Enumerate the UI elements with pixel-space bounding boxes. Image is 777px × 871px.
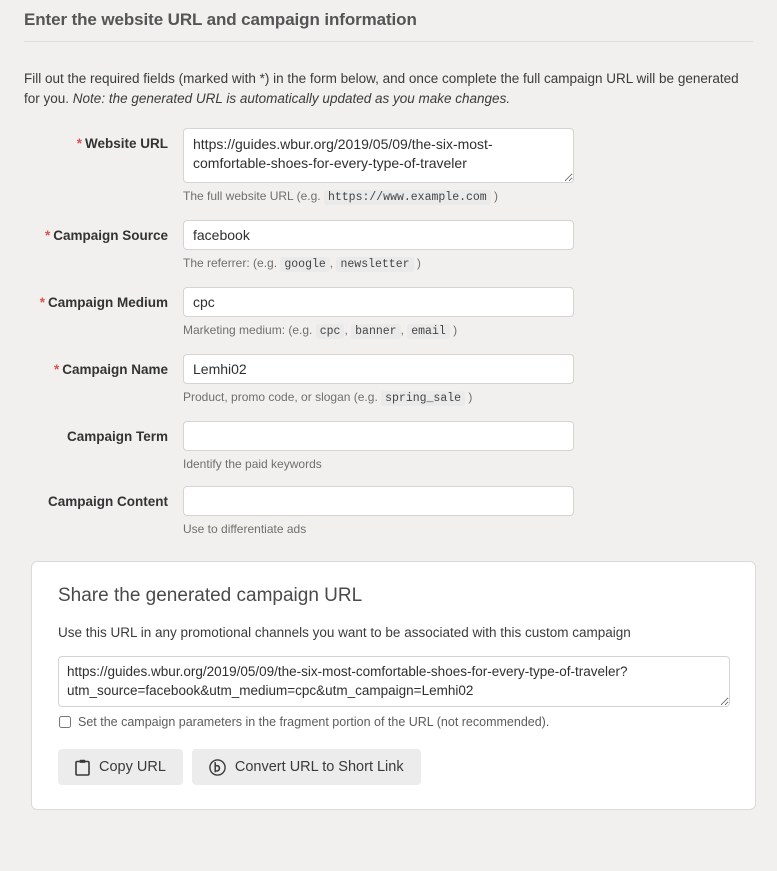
- label-website-url: * Website URL: [0, 128, 183, 152]
- help-website-url: The full website URL (e.g. https://www.e…: [183, 188, 574, 206]
- label-text: Campaign Source: [53, 228, 168, 243]
- share-panel-title: Share the generated campaign URL: [58, 585, 363, 606]
- help-separator: ,: [400, 323, 404, 337]
- field-row-campaign-medium: *Campaign Medium Marketing medium: (e.g.…: [0, 287, 777, 354]
- field-row-campaign-name: *Campaign Name Product, promo code, or s…: [0, 354, 777, 421]
- label-text: Campaign Medium: [47, 295, 168, 310]
- fragment-checkbox-row[interactable]: Set the campaign parameters in the fragm…: [58, 714, 729, 730]
- field-row-campaign-content: Campaign Content Use to differentiate ad…: [0, 486, 777, 551]
- help-prefix: Marketing medium: (e.g.: [183, 323, 313, 337]
- bitly-icon: [209, 758, 226, 776]
- fragment-checkbox-label: Set the campaign parameters in the fragm…: [78, 715, 550, 729]
- field-row-website-url: *Website URL The full website URL (e.g. …: [0, 128, 777, 220]
- clipboard-icon: [75, 759, 90, 776]
- control-campaign-content: Use to differentiate ads: [183, 486, 574, 551]
- intro-paragraph: Fill out the required fields (marked wit…: [24, 69, 753, 109]
- campaign-source-input[interactable]: [183, 220, 574, 250]
- campaign-form: *Website URL The full website URL (e.g. …: [0, 128, 777, 551]
- copy-url-label: Copy URL: [99, 759, 166, 775]
- help-separator: ,: [329, 256, 334, 270]
- label-text: Campaign Name: [62, 362, 168, 377]
- help-campaign-content: Use to differentiate ads: [183, 521, 574, 537]
- help-code-chip: newsletter: [336, 257, 414, 272]
- field-row-campaign-source: *Campaign Source The referrer: (e.g. goo…: [0, 220, 777, 287]
- convert-short-link-label: Convert URL to Short Link: [234, 759, 404, 775]
- help-code-chip: banner: [351, 324, 401, 339]
- control-campaign-term: Identify the paid keywords: [183, 421, 574, 486]
- control-campaign-source: The referrer: (e.g. google, newsletter ): [183, 220, 574, 287]
- label-text: Website URL: [84, 136, 168, 151]
- help-code-chip: https://www.example.com: [323, 190, 491, 205]
- help-suffix: ): [453, 323, 458, 337]
- label-campaign-source: * Campaign Source: [0, 220, 183, 244]
- help-prefix: The full website URL (e.g.: [183, 189, 321, 203]
- help-suffix: ): [468, 390, 473, 404]
- control-campaign-name: Product, promo code, or slogan (e.g. spr…: [183, 354, 574, 421]
- label-campaign-content: Campaign Content: [0, 486, 183, 510]
- label-campaign-medium: * Campaign Medium: [0, 287, 183, 311]
- field-row-campaign-term: Campaign Term Identify the paid keywords: [0, 421, 777, 486]
- control-campaign-medium: Marketing medium: (e.g. cpc, banner, ema…: [183, 287, 574, 354]
- help-code-chip: google: [280, 257, 330, 272]
- help-campaign-medium: Marketing medium: (e.g. cpc, banner, ema…: [183, 322, 574, 340]
- help-campaign-name: Product, promo code, or slogan (e.g. spr…: [183, 389, 574, 407]
- help-prefix: Identify the paid keywords: [183, 457, 322, 471]
- fragment-checkbox[interactable]: [59, 716, 71, 728]
- help-campaign-term: Identify the paid keywords: [183, 456, 574, 472]
- required-marker: *: [76, 136, 82, 151]
- control-website-url: The full website URL (e.g. https://www.e…: [183, 128, 574, 220]
- share-button-row: Copy URL Convert URL to Short Link: [58, 749, 729, 785]
- campaign-name-input[interactable]: [183, 354, 574, 384]
- intro-note-text: Note: the generated URL is automatically…: [72, 91, 511, 106]
- page-header: Enter the website URL and campaign infor…: [0, 0, 777, 42]
- header-divider: [24, 41, 753, 42]
- help-code-chip: spring_sale: [381, 391, 466, 406]
- page-title: Enter the website URL and campaign infor…: [24, 10, 417, 29]
- help-separator: ,: [344, 323, 348, 337]
- help-prefix: The referrer: (e.g.: [183, 256, 278, 270]
- label-text: Campaign Content: [48, 494, 168, 509]
- generated-url-textarea[interactable]: [58, 656, 730, 707]
- campaign-term-input[interactable]: [183, 421, 574, 451]
- share-panel: Share the generated campaign URL Use thi…: [31, 561, 756, 810]
- campaign-content-input[interactable]: [183, 486, 574, 516]
- help-prefix: Use to differentiate ads: [183, 522, 307, 536]
- help-code-chip: email: [407, 324, 450, 339]
- help-suffix: ): [416, 256, 421, 270]
- required-marker: *: [44, 228, 51, 243]
- help-suffix: ): [494, 189, 499, 203]
- label-campaign-name: * Campaign Name: [0, 354, 183, 378]
- campaign-medium-input[interactable]: [183, 287, 574, 317]
- help-campaign-source: The referrer: (e.g. google, newsletter ): [183, 255, 574, 273]
- website-url-input[interactable]: [183, 128, 574, 183]
- copy-url-button[interactable]: Copy URL: [58, 749, 183, 785]
- help-code-chip: cpc: [315, 324, 345, 339]
- share-panel-subtitle: Use this URL in any promotional channels…: [58, 625, 631, 640]
- convert-short-link-button[interactable]: Convert URL to Short Link: [191, 749, 421, 785]
- label-campaign-term: Campaign Term: [0, 421, 183, 445]
- required-marker: *: [53, 362, 60, 377]
- label-text: Campaign Term: [66, 429, 168, 444]
- required-marker: *: [39, 295, 45, 310]
- help-prefix: Product, promo code, or slogan (e.g.: [183, 390, 378, 404]
